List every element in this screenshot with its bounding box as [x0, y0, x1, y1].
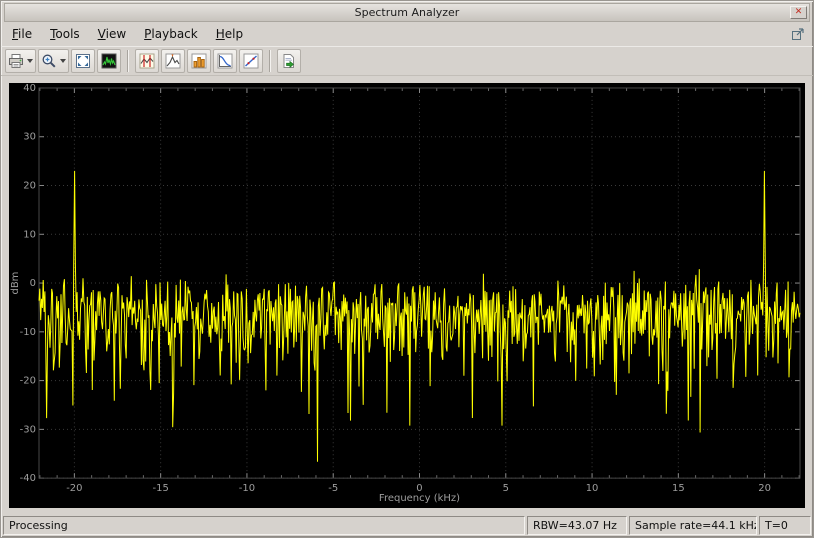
svg-text:-10: -10: [239, 483, 255, 494]
svg-text:-5: -5: [328, 483, 338, 494]
toolbar: [1, 46, 813, 76]
status-processing: Processing: [3, 516, 525, 535]
svg-text:20: 20: [758, 483, 771, 494]
window-title: Spectrum Analyzer: [5, 6, 809, 19]
distortion-measurements-icon: [191, 53, 207, 69]
dock-button[interactable]: [788, 25, 808, 43]
svg-text:20: 20: [23, 181, 36, 192]
spectrum-settings-button[interactable]: [97, 49, 121, 73]
spectral-mask-icon: [243, 53, 259, 69]
export-icon: [281, 53, 297, 69]
fit-to-view-icon: [75, 53, 91, 69]
toolbar-separator: [127, 50, 129, 72]
zoom-button[interactable]: [38, 49, 69, 73]
print-button[interactable]: [5, 49, 36, 73]
svg-text:30: 30: [23, 132, 36, 143]
toolbar-separator: [269, 50, 271, 72]
svg-text:-40: -40: [20, 473, 36, 484]
print-dropdown-arrow-icon: [27, 59, 33, 63]
svg-text:Frequency (kHz): Frequency (kHz): [379, 493, 460, 504]
menu-tools[interactable]: Tools: [41, 23, 89, 45]
status-bar: Processing RBW=43.07 Hz Sample rate=44.1…: [1, 514, 813, 537]
svg-text:5: 5: [503, 483, 509, 494]
distortion-measurements-button[interactable]: [187, 49, 211, 73]
export-button[interactable]: [277, 49, 301, 73]
zoom-icon: [41, 53, 57, 69]
spectrum-plot[interactable]: -20-15-10-505101520-40-30-20-10010203040…: [9, 83, 805, 508]
status-rbw: RBW=43.07 Hz: [527, 516, 627, 535]
fit-to-view-button[interactable]: [71, 49, 95, 73]
svg-text:40: 40: [23, 83, 36, 94]
menu-help[interactable]: Help: [207, 23, 252, 45]
menu-items: FileToolsViewPlaybackHelp: [3, 23, 788, 45]
close-button[interactable]: ✕: [790, 6, 807, 19]
cursor-measurements-button[interactable]: [135, 49, 159, 73]
peak-finder-icon: [165, 53, 181, 69]
spectrum-settings-icon: [101, 53, 117, 69]
svg-text:0: 0: [30, 278, 36, 289]
svg-text:-20: -20: [66, 483, 82, 494]
svg-text:10: 10: [586, 483, 599, 494]
svg-text:15: 15: [672, 483, 685, 494]
ccdf-measurements-icon: [217, 53, 233, 69]
dock-icon: [791, 27, 805, 41]
menu-file[interactable]: File: [3, 23, 41, 45]
ccdf-measurements-button[interactable]: [213, 49, 237, 73]
svg-text:dBm: dBm: [10, 272, 21, 295]
spectral-mask-button[interactable]: [239, 49, 263, 73]
svg-text:-30: -30: [20, 424, 36, 435]
spectrum-canvas[interactable]: -20-15-10-505101520-40-30-20-10010203040…: [9, 83, 805, 508]
print-icon: [8, 53, 24, 69]
menu-playback[interactable]: Playback: [135, 23, 207, 45]
menu-view[interactable]: View: [89, 23, 135, 45]
zoom-dropdown-arrow-icon: [60, 59, 66, 63]
close-icon: ✕: [795, 7, 803, 17]
status-time: T=0: [759, 516, 811, 535]
spectrum-analyzer-window: Spectrum Analyzer ✕ FileToolsViewPlaybac…: [0, 0, 814, 538]
menu-bar: FileToolsViewPlaybackHelp: [1, 22, 813, 46]
svg-text:-10: -10: [20, 327, 36, 338]
cursor-measurements-icon: [139, 53, 155, 69]
status-sample-rate: Sample rate=44.1 kHz: [629, 516, 757, 535]
title-bar[interactable]: Spectrum Analyzer ✕: [4, 3, 810, 22]
svg-text:10: 10: [23, 229, 36, 240]
peak-finder-button[interactable]: [161, 49, 185, 73]
svg-text:-15: -15: [152, 483, 168, 494]
svg-text:-20: -20: [20, 376, 36, 387]
